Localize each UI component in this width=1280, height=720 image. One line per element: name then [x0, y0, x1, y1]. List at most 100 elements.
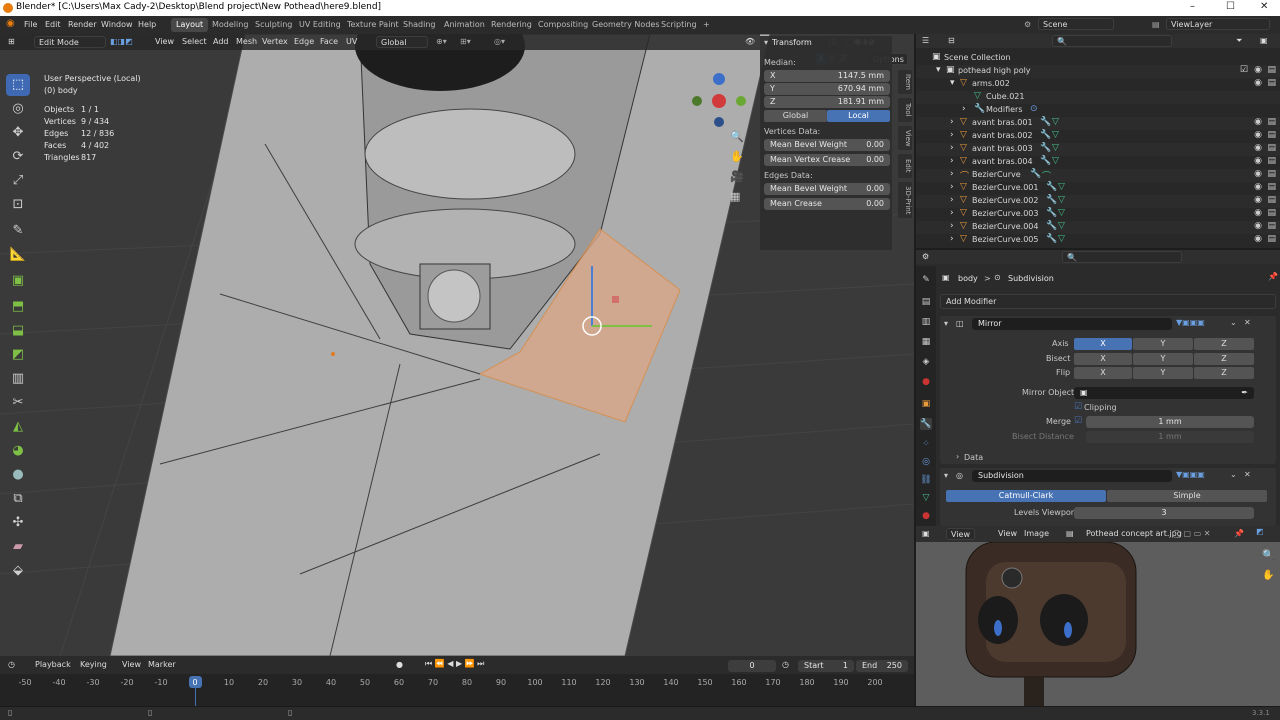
list-item[interactable]: › ▽ avant bras.001 🔧 ▽ ◉ ▤	[916, 117, 1280, 130]
tab-3d-print[interactable]: 3D-Print	[898, 182, 912, 218]
tab-uv-editing[interactable]: UV Editing	[294, 18, 346, 32]
menu-mesh[interactable]: Mesh	[236, 37, 257, 46]
eye-icon[interactable]: ◉	[1254, 234, 1262, 244]
camera-view-icon[interactable]: 🎥	[730, 170, 744, 183]
median-x-field[interactable]: X 1147.5 mm	[764, 70, 890, 82]
list-item[interactable]: ▽ Cube.021	[916, 91, 1280, 104]
minimize-button[interactable]: –	[1190, 1, 1195, 12]
remove-modifier-icon[interactable]: ✕	[1244, 470, 1251, 479]
object-tab-icon[interactable]: ▣	[920, 398, 932, 410]
cursor-tool-icon[interactable]: ◎	[6, 98, 30, 120]
rip-tool-icon[interactable]: ⬙	[6, 560, 30, 582]
camera-icon[interactable]: ▤	[1267, 169, 1276, 179]
edge-slide-tool-icon[interactable]: ⧉	[6, 488, 30, 510]
flip-z[interactable]: Z	[1194, 367, 1254, 379]
render-tab-icon[interactable]: ▤	[920, 296, 932, 308]
modifier-toggles-icon[interactable]: ▼▣▣▣	[1176, 318, 1205, 327]
snap-icon[interactable]: ⊞▾	[460, 37, 471, 46]
menu-face[interactable]: Face	[320, 37, 338, 46]
median-z-field[interactable]: Z 181.91 mm	[764, 96, 890, 108]
view-mode-dropdown[interactable]: View	[946, 528, 975, 540]
camera-icon[interactable]: ▤	[1267, 182, 1276, 192]
mean-vertex-crease-field[interactable]: Mean Vertex Crease 0.00	[764, 154, 890, 166]
mean-bevel-weight-field[interactable]: Mean Bevel Weight 0.00	[764, 139, 890, 151]
scene-tab-icon[interactable]: ◈	[920, 356, 932, 368]
menu-window[interactable]: Window	[101, 20, 133, 29]
camera-icon[interactable]: ▤	[1267, 117, 1276, 127]
tab-compositing[interactable]: Compositing	[533, 18, 593, 32]
material-tab-icon[interactable]: ●	[920, 510, 932, 522]
tab-view[interactable]: View	[898, 126, 912, 150]
menu-edge[interactable]: Edge	[294, 37, 314, 46]
view-layer-selector[interactable]: ViewLayer	[1166, 18, 1270, 30]
current-frame-field[interactable]: 0	[728, 660, 776, 672]
list-item[interactable]: › ▽ avant bras.003 🔧 ▽ ◉ ▤	[916, 143, 1280, 156]
merge-distance-field[interactable]: 1 mm	[1086, 416, 1254, 428]
add-workspace-button[interactable]: +	[698, 18, 715, 32]
output-tab-icon[interactable]: ▥	[920, 316, 932, 328]
bisect-y[interactable]: Y	[1133, 353, 1193, 365]
mirror-axis-x[interactable]: X	[1074, 338, 1132, 350]
pan-hand-icon[interactable]: ✋	[730, 150, 744, 163]
tab-modeling[interactable]: Modeling	[207, 18, 253, 32]
menu-image[interactable]: Image	[1024, 529, 1049, 538]
spin-tool-icon[interactable]: ◕	[6, 440, 30, 462]
list-item[interactable]: ▾ ▣ pothead high poly ☑ ◉ ▤	[916, 65, 1280, 78]
menu-playback[interactable]: Playback	[35, 660, 71, 669]
tab-rendering[interactable]: Rendering	[486, 18, 537, 32]
edge-bevel-weight-field[interactable]: Mean Bevel Weight 0.00	[764, 183, 890, 195]
record-icon[interactable]: ●	[396, 660, 403, 669]
list-item[interactable]: ▣ Scene Collection	[916, 52, 1280, 65]
properties-editor-icon[interactable]: ⚙	[922, 252, 929, 261]
list-item[interactable]: ▾ ▽ arms.002 ◉ ▤	[916, 78, 1280, 91]
close-button[interactable]: ✕	[1260, 1, 1268, 12]
levels-viewport-field[interactable]: 3	[1074, 507, 1254, 519]
tab-edit[interactable]: Edit	[898, 154, 912, 178]
zoom-icon[interactable]: 🔍	[1262, 550, 1274, 561]
simple-toggle[interactable]: Simple	[1107, 490, 1267, 502]
global-toggle[interactable]: Global	[764, 110, 827, 122]
tab-item[interactable]: Item	[898, 70, 912, 94]
camera-icon[interactable]: ▤	[1267, 234, 1276, 244]
list-item[interactable]: › ▽ BezierCurve.002 🔧 ▽ ◉ ▤	[916, 195, 1280, 208]
start-frame-field[interactable]: Start 1	[798, 660, 854, 672]
modifier-dropdown-icon[interactable]: ⌄	[1230, 470, 1237, 479]
menu-keying[interactable]: Keying	[80, 660, 107, 669]
properties-search-input[interactable]: 🔍	[1062, 251, 1182, 263]
menu-render[interactable]: Render	[68, 20, 96, 29]
remove-modifier-icon[interactable]: ✕	[1244, 318, 1251, 327]
expand-chevron-icon[interactable]: ›	[962, 104, 966, 114]
expand-chevron-icon[interactable]: ›	[950, 182, 954, 192]
shear-tool-icon[interactable]: ▰	[6, 536, 30, 558]
mirror-axis-z[interactable]: Z	[1194, 338, 1254, 350]
catmull-clark-toggle[interactable]: Catmull-Clark	[946, 490, 1106, 502]
data-tab-icon[interactable]: ▽	[920, 492, 932, 504]
tab-tool[interactable]: Tool	[898, 98, 912, 122]
end-frame-field[interactable]: End 250	[856, 660, 908, 672]
select-mode-icons[interactable]: ◧◨◩	[110, 37, 133, 46]
smooth-tool-icon[interactable]: ●	[6, 464, 30, 486]
list-item[interactable]: › ⌒ BezierCurve 🔧 ⌒ ◉ ▤	[916, 169, 1280, 182]
particles-tab-icon[interactable]: ⁘	[920, 438, 932, 450]
mean-crease-field[interactable]: Mean Crease 0.00	[764, 198, 890, 210]
tab-geometry-nodes[interactable]: Geometry Nodes	[587, 18, 664, 32]
subdivision-name-field[interactable]: Subdivision	[972, 470, 1172, 482]
tab-layout[interactable]: Layout	[171, 18, 209, 32]
median-y-field[interactable]: Y 670.94 mm	[764, 83, 890, 95]
expand-chevron-icon[interactable]: ›	[950, 130, 954, 140]
data-subpanel-label[interactable]: Data	[964, 453, 983, 462]
camera-icon[interactable]: ▤	[1267, 143, 1276, 153]
modifier-toggles-icon[interactable]: ▼▣▣▣	[1176, 470, 1205, 479]
eye-icon[interactable]: ◉	[1254, 195, 1262, 205]
bisect-z[interactable]: Z	[1194, 353, 1254, 365]
camera-icon[interactable]: ▤	[1267, 221, 1276, 231]
flip-y[interactable]: Y	[1133, 367, 1193, 379]
pin-icon[interactable]: 📌	[1268, 272, 1278, 281]
modifier-tab-icon[interactable]: 🔧	[920, 418, 932, 430]
expand-chevron-icon[interactable]: ›	[950, 143, 954, 153]
image-name[interactable]: Pothead concept art.jpg	[1086, 529, 1182, 538]
bevel-tool-icon[interactable]: ◩	[6, 344, 30, 366]
blender-menu-icon[interactable]: ◉	[6, 18, 15, 29]
eye-icon[interactable]: ◉	[1254, 169, 1262, 179]
camera-icon[interactable]: ▤	[1267, 130, 1276, 140]
